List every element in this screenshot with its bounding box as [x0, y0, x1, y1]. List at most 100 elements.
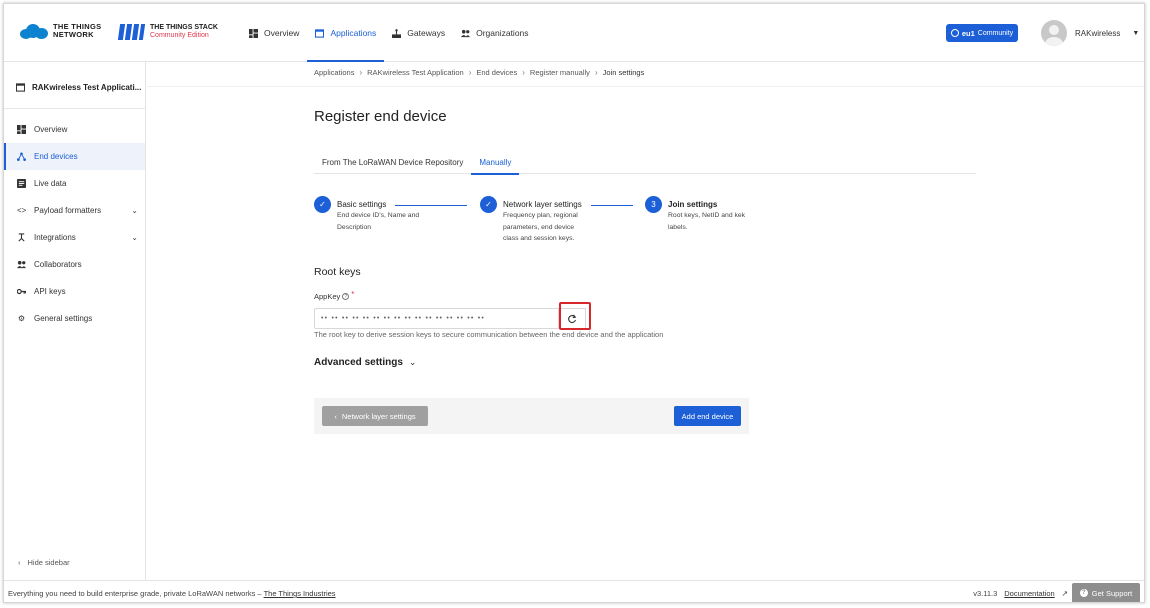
breadcrumb-join-settings: Join settings — [602, 68, 645, 77]
sidebar-item-label: API keys — [34, 287, 66, 296]
advanced-settings-toggle[interactable]: Advanced settings ⌄ — [314, 357, 416, 368]
grid-icon — [249, 28, 258, 38]
nav-applications[interactable]: Applications — [307, 4, 385, 62]
check-icon: ✓ — [314, 196, 331, 213]
step-desc-line: Frequency plan, regional — [503, 212, 578, 219]
highlight-box — [559, 302, 591, 330]
documentation-link[interactable]: Documentation — [1004, 589, 1054, 598]
tts-mark-icon — [117, 24, 146, 40]
footer-tagline: Everything you need to build enterprise … — [8, 589, 264, 598]
page-footer: Everything you need to build enterprise … — [4, 580, 1144, 602]
footer-link[interactable]: The Things Industries — [264, 589, 336, 598]
breadcrumb-end-devices[interactable]: End devices — [476, 68, 517, 77]
ttn-logo[interactable]: THE THINGS NETWORK — [20, 23, 101, 39]
back-button[interactable]: ‹ Network layer settings — [322, 406, 428, 426]
chevron-right-icon: › — [359, 68, 363, 77]
username: RAKwireless — [1075, 28, 1121, 38]
tts-logo[interactable]: THE THINGS STACK Community Edition — [117, 24, 218, 40]
sidebar-item-label: Collaborators — [34, 260, 82, 269]
step-title: Network layer settings — [503, 200, 582, 209]
sidebar-item-overview[interactable]: Overview — [4, 116, 145, 143]
cluster-region: eu1 — [961, 28, 975, 38]
nav-gateways[interactable]: Gateways — [384, 4, 453, 62]
tts-logo-line2: Community Edition — [150, 32, 209, 39]
grid-icon — [17, 125, 26, 134]
globe-icon — [950, 29, 959, 37]
list-icon — [17, 179, 26, 188]
sidebar-item-payload-formatters[interactable]: <> Payload formatters ⌄ — [4, 197, 145, 224]
nav-overview[interactable]: Overview — [241, 4, 307, 62]
required-marker: * — [351, 290, 355, 299]
root-keys-title: Root keys — [314, 266, 361, 278]
sidebar-item-api-keys[interactable]: API keys — [4, 278, 145, 305]
step-basic-settings: ✓ Basic settings End device ID's, Name a… — [314, 196, 419, 233]
app-window: THE THINGS NETWORK THE THINGS STACK Comm… — [3, 3, 1145, 603]
step-desc-line: Description — [337, 223, 371, 231]
chevron-down-icon: ⌄ — [131, 206, 138, 215]
appkey-help-text: The root key to derive session keys to s… — [314, 330, 664, 339]
page-title: Register end device — [314, 108, 447, 125]
step-desc-line: Root keys, NetID and kek — [668, 212, 746, 219]
step-desc-line: parameters, end device — [503, 223, 575, 231]
sidebar-item-general-settings[interactable]: ⚙ General settings — [4, 305, 145, 332]
footer-text: Everything you need to build enterprise … — [8, 589, 336, 598]
chevron-right-icon: › — [594, 68, 598, 77]
sidebar-item-label: End devices — [34, 152, 78, 161]
sidebar-item-integrations[interactable]: Integrations ⌄ — [4, 224, 145, 251]
breadcrumb-applications[interactable]: Applications — [314, 68, 354, 77]
get-support-button[interactable]: ? Get Support — [1072, 583, 1140, 602]
integrations-icon — [18, 233, 25, 242]
sidebar-item-end-devices[interactable]: End devices — [4, 143, 145, 170]
gateway-icon — [392, 28, 402, 38]
help-icon: ? — [1079, 589, 1088, 597]
appkey-input[interactable]: •• •• •• •• •• •• •• •• •• •• •• •• •• •… — [314, 308, 558, 329]
sidebar-item-label: Payload formatters — [34, 206, 102, 215]
caret-down-icon: ▼ — [1132, 29, 1140, 37]
avatar — [1041, 20, 1067, 46]
people-icon — [17, 260, 26, 269]
code-icon: <> — [17, 206, 27, 215]
nav-organizations-label: Organizations — [476, 28, 529, 38]
check-icon: ✓ — [480, 196, 497, 213]
form-actions: ‹ Network layer settings Add end device — [314, 398, 749, 434]
user-menu[interactable]: RAKwireless ▼ — [1041, 20, 1139, 46]
divider — [4, 108, 145, 109]
add-end-device-button[interactable]: Add end device — [674, 406, 741, 426]
step-network-layer-settings: ✓ Network layer settings Frequency plan,… — [480, 196, 582, 245]
tts-logo-line1: THE THINGS STACK — [150, 24, 218, 31]
cluster-label: Community — [977, 29, 1014, 37]
cluster-selector-button[interactable]: eu1 Community — [946, 24, 1018, 42]
sidebar-item-live-data[interactable]: Live data — [4, 170, 145, 197]
sidebar: RAKwireless Test Applicati... Overview E… — [4, 62, 146, 580]
step-desc-line: class and session keys. — [503, 235, 575, 242]
tab-manually[interactable]: Manually — [471, 150, 520, 175]
chevron-left-icon: ‹ — [334, 411, 337, 421]
external-link-icon: ↗ — [1061, 589, 1068, 598]
step-connector — [395, 205, 467, 206]
breadcrumb-application[interactable]: RAKwireless Test Application — [367, 68, 464, 77]
sidebar-app-title[interactable]: RAKwireless Test Applicati... — [16, 83, 141, 92]
breadcrumb-register-manually[interactable]: Register manually — [530, 68, 590, 77]
tab-device-repository[interactable]: From The LoRaWAN Device Repository — [314, 150, 471, 174]
ttn-logo-line2: NETWORK — [53, 30, 94, 39]
chevron-right-icon: › — [468, 68, 472, 77]
window-icon — [315, 28, 325, 38]
step-number: 3 — [645, 196, 662, 213]
chevron-left-icon: ‹ — [18, 558, 21, 567]
sidebar-item-collaborators[interactable]: Collaborators — [4, 251, 145, 278]
chevron-down-icon: ⌄ — [408, 357, 417, 367]
chevron-right-icon: › — [522, 68, 525, 77]
devices-icon — [17, 152, 26, 161]
breadcrumb: Applications › RAKwireless Test Applicat… — [314, 68, 644, 77]
step-connector — [591, 205, 633, 206]
chevron-down-icon: ⌄ — [131, 233, 138, 242]
key-icon — [17, 288, 26, 295]
step-join-settings: 3 Join settings Root keys, NetID and kek… — [645, 196, 745, 233]
hide-sidebar-button[interactable]: ‹ Hide sidebar — [18, 558, 70, 567]
gear-icon: ⚙ — [17, 314, 26, 323]
appkey-label: AppKey ? * — [314, 290, 355, 301]
nav-organizations[interactable]: Organizations — [453, 4, 536, 62]
people-icon — [461, 29, 471, 37]
help-icon[interactable]: ? — [342, 293, 350, 300]
cloud-icon — [20, 23, 48, 39]
